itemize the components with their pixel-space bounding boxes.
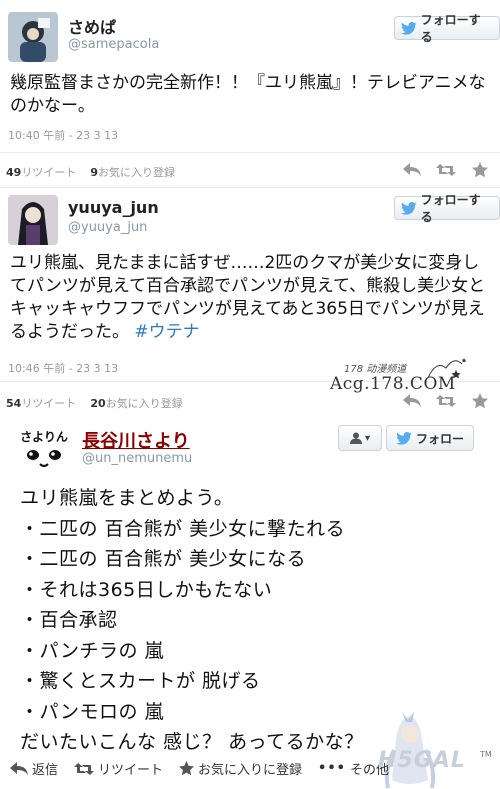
retweet-count[interactable]: 54リツイート [6,395,76,411]
username[interactable]: yuuya_jun [68,198,159,217]
user-icon [349,432,362,444]
bird-icon [401,21,417,35]
follow-button[interactable]: フォローする [394,193,500,224]
avatar-sayori[interactable]: さよりん [16,425,72,473]
follow-label: フォローする [420,13,481,44]
reply-icon [10,761,28,775]
favorite-count[interactable]: 9お気に入り登録 [90,164,175,180]
bird-icon [401,201,417,215]
reply-button[interactable]: 返信 [10,759,58,778]
reply-label: 返信 [32,763,59,778]
tweet-actions [402,162,490,178]
username[interactable]: さめぱ [68,14,116,38]
retweet-count[interactable]: 49リツイート [6,164,76,180]
chevron-down-icon: ▾ [364,432,371,444]
retweet-icon [74,762,95,775]
text-line: ユリ熊嵐をまとめよう。 [20,487,234,509]
follow-label: フォロー [415,431,464,446]
sparkle-icon [427,358,466,379]
trademark-mark: TM [480,750,492,759]
favorite-label: お気に入りに登録 [198,763,303,778]
text-line: ・それは365日しかもたない [20,578,273,601]
text-line: ・驚くとスカートが 脱げる [20,670,261,692]
divider [0,152,500,153]
h5gal-logo: H5GAL [378,748,466,773]
tweet-text: ユリ熊嵐、見たままに話すぜ……2匹のクマが美少女に変身してパンツが見えて百合承認… [10,252,495,344]
handle[interactable]: @yuuya_jun [68,220,147,235]
timestamp[interactable]: 10:46 午前 - 23 3 13 [8,360,118,376]
avatar-yuuya-jun[interactable] [8,195,58,245]
tweet-samepacola: さめぱ @samepacola フォローする 幾原監督まさかの完全新作！！『ユリ… [0,0,500,188]
timestamp[interactable]: 10:40 午前 - 23 3 13 [8,127,118,143]
favorite-icon[interactable] [470,162,490,178]
handle[interactable]: @un_nemunemu [82,451,192,466]
retweet-button[interactable]: リツイート [74,759,163,778]
avatar-text: さよりん [20,430,68,444]
watermark-line1: 178 动漫频道 [344,364,407,375]
favorite-icon[interactable] [470,393,490,409]
tweet-text-main: ユリ熊嵐、見たままに話すぜ……2匹のクマが美少女に変身してパンツが見えて百合承認… [10,253,486,342]
more-dots-icon: ••• [318,761,346,776]
handle[interactable]: @samepacola [68,37,159,52]
text-line: ・二匹の 百合熊が 美少女になる [20,548,307,570]
reply-icon[interactable] [402,162,422,178]
text-line: ・パンチラの 嵐 [20,639,164,662]
text-line: ・二匹の 百合熊が 美少女に撃たれる [20,517,346,540]
follow-label: フォローする [420,193,481,224]
favorite-button[interactable]: お気に入りに登録 [179,759,302,778]
user-actions-dropdown[interactable]: ▾ [338,425,382,451]
tweet-stats: 49リツイート 9お気に入り登録 [6,164,175,180]
tweet-stats: 54リツイート 20お気に入り登録 [6,395,183,411]
avatar-samepacola[interactable] [8,12,58,62]
star-icon [179,761,195,776]
watermark-178: 178 动漫频道 Acg.178.COM [330,358,470,400]
bird-icon [396,431,412,445]
follow-button[interactable]: フォローする [394,13,500,44]
tweet-text: 幾原監督まさかの完全新作！！『ユリ熊嵐』！テレビアニメなのかなー。 [10,73,486,116]
text-line: ・百合承認 [20,609,118,631]
favorite-count[interactable]: 20お気に入り登録 [90,395,182,411]
hashtag-link[interactable]: #ウテナ [134,322,199,342]
username[interactable]: 長谷川さより [82,427,190,453]
retweet-label: リツイート [98,763,164,778]
tweet-action-bar: 返信 リツイート お気に入りに登録 ••• その他 [10,759,389,778]
follow-button[interactable]: フォロー [386,425,474,451]
retweet-icon[interactable] [436,162,456,178]
